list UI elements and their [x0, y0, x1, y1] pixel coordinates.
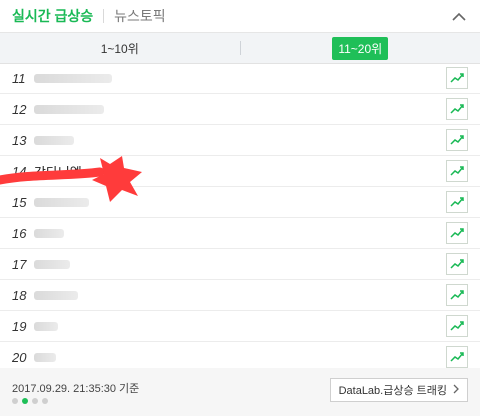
chevron-right-icon [453, 384, 459, 397]
chart-trend-icon[interactable] [446, 191, 468, 213]
chart-trend-icon[interactable] [446, 160, 468, 182]
chart-trend-icon[interactable] [446, 67, 468, 89]
footer-bar: 2017.09.29. 21:35:30 기준 DataLab.급상승 트래킹 [0, 368, 480, 416]
rank-list: 11 12 13 14 강다니엘 15 16 17 18 19 20 [0, 63, 480, 373]
blurred-keyword [34, 321, 58, 331]
rank-number: 17 [12, 256, 27, 272]
rank-range-tabs: 1~10위 11~20위 [0, 33, 480, 64]
list-item[interactable]: 15 [0, 187, 480, 218]
blurred-keyword [34, 135, 74, 145]
update-timestamp: 2017.09.29. 21:35:30 기준 [12, 383, 140, 395]
blurred-keyword [34, 259, 70, 269]
tab-realtime-rising[interactable]: 실시간 급상승 [12, 6, 93, 26]
chart-trend-icon[interactable] [446, 98, 468, 120]
chevron-up-icon[interactable] [450, 7, 468, 25]
chart-trend-icon[interactable] [446, 315, 468, 337]
rank-number: 15 [12, 194, 27, 210]
rank-number: 13 [12, 132, 27, 148]
chart-trend-icon[interactable] [446, 284, 468, 306]
rank-number: 20 [12, 349, 27, 365]
keyword-text: 강다니엘 [34, 164, 82, 180]
datalab-label: DataLab.급상승 트래킹 [338, 385, 447, 397]
chart-trend-icon[interactable] [446, 129, 468, 151]
list-item[interactable]: 18 [0, 280, 480, 311]
blurred-keyword [34, 73, 112, 83]
list-item[interactable]: 14 강다니엘 [0, 156, 480, 187]
rank-number: 12 [12, 101, 27, 117]
page-dot[interactable] [12, 398, 18, 404]
list-item[interactable]: 17 [0, 249, 480, 280]
list-item[interactable]: 16 [0, 218, 480, 249]
tab-rank-1-10[interactable]: 1~10위 [0, 40, 240, 57]
list-item[interactable]: 19 [0, 311, 480, 342]
list-item[interactable]: 12 [0, 94, 480, 125]
rank-number: 11 [12, 70, 26, 86]
rank-number: 18 [12, 287, 27, 303]
blurred-keyword [34, 197, 89, 207]
page-dot-active[interactable] [22, 398, 28, 404]
rank-number: 14 [12, 163, 27, 179]
top-header: 실시간 급상승 뉴스토픽 [0, 0, 480, 33]
chart-trend-icon[interactable] [446, 346, 468, 368]
tab-separator [103, 9, 105, 23]
tab-rank-11-20[interactable]: 11~20위 [241, 36, 480, 60]
datalab-tracking-button[interactable]: DataLab.급상승 트래킹 [329, 378, 468, 402]
blurred-keyword [34, 352, 56, 362]
list-item[interactable]: 13 [0, 125, 480, 156]
tab-news-topic[interactable]: 뉴스토픽 [114, 6, 166, 26]
page-dot[interactable] [32, 398, 38, 404]
chart-trend-icon[interactable] [446, 253, 468, 275]
chart-trend-icon[interactable] [446, 222, 468, 244]
rank-number: 16 [12, 225, 27, 241]
blurred-keyword [34, 290, 78, 300]
page-indicator [12, 398, 48, 404]
blurred-keyword [34, 228, 64, 238]
page-dot[interactable] [42, 398, 48, 404]
list-item[interactable]: 11 [0, 63, 480, 94]
blurred-keyword [34, 104, 104, 114]
rank-number: 19 [12, 318, 27, 334]
